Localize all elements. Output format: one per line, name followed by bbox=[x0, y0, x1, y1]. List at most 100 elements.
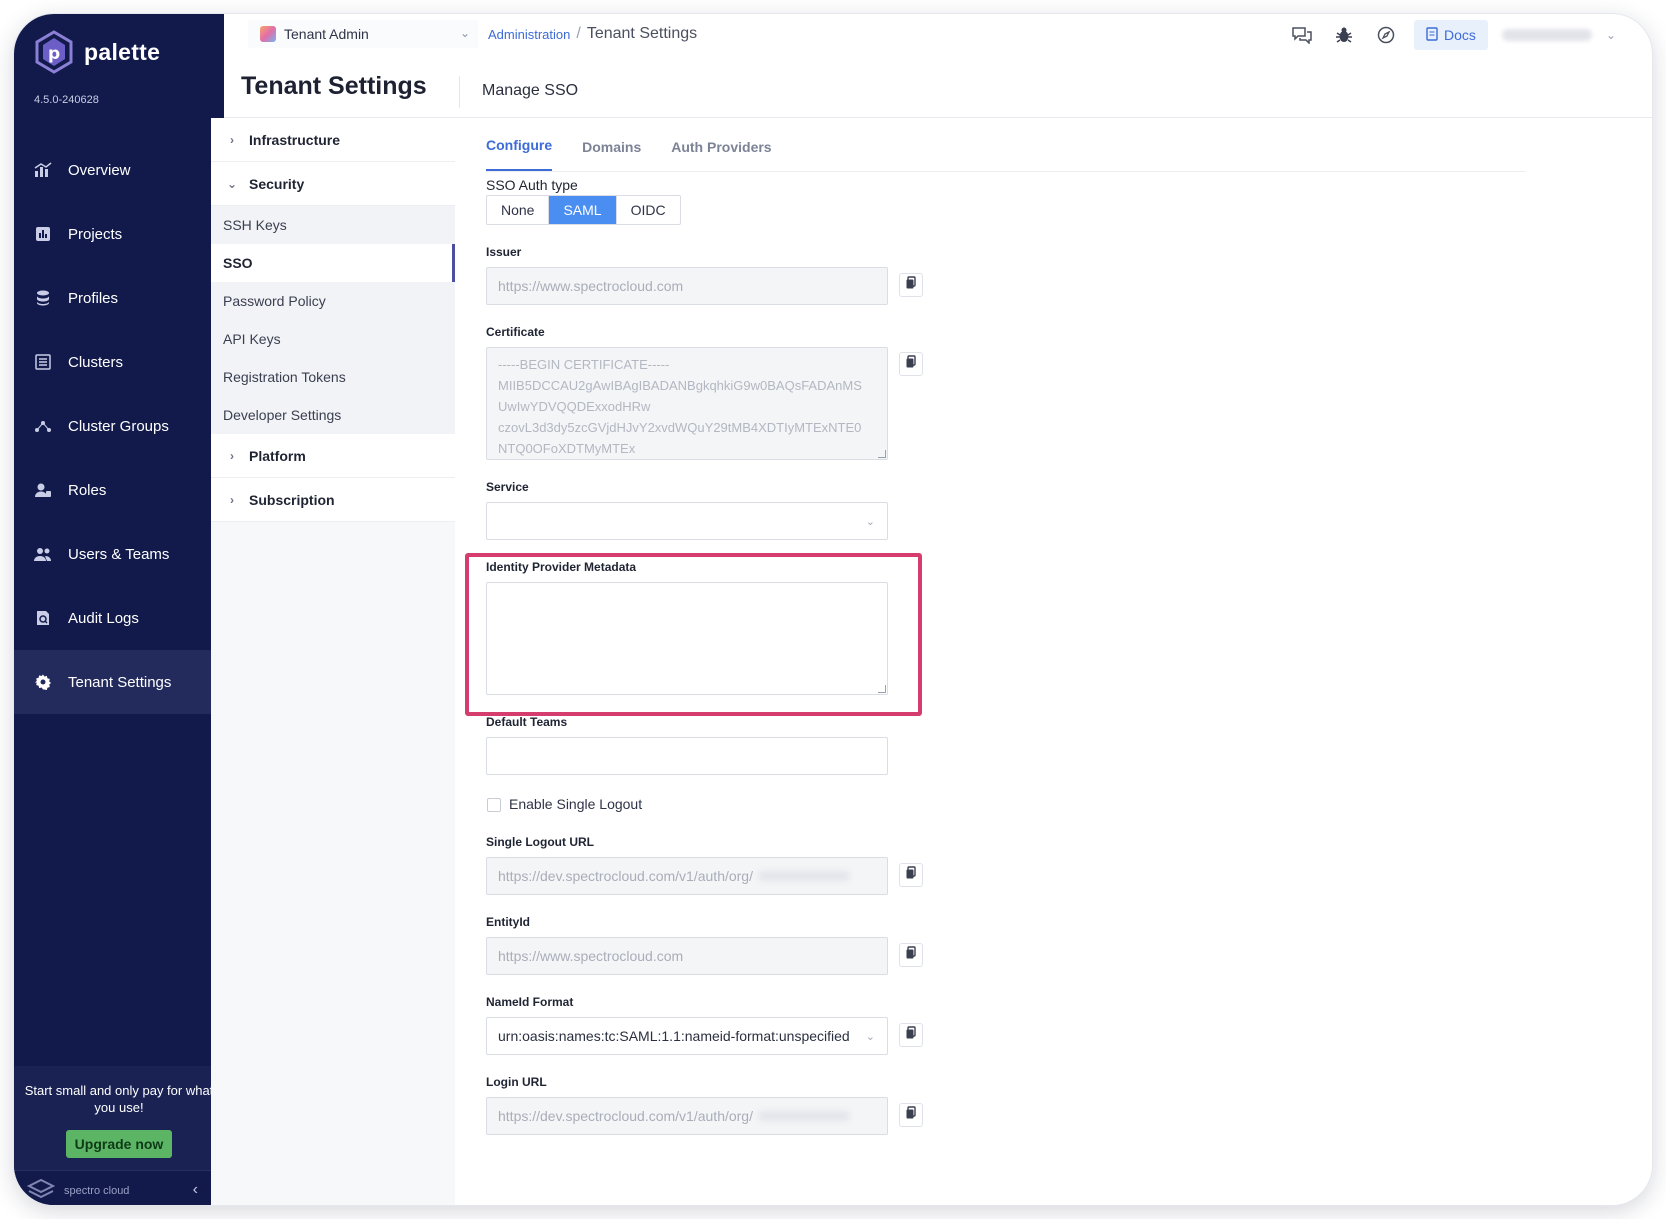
certificate-field[interactable]: -----BEGIN CERTIFICATE----- MIIB5DCCAU2g… bbox=[486, 347, 888, 460]
menu-group-label: Subscription bbox=[249, 491, 335, 508]
section-title: Manage SSO bbox=[482, 82, 579, 99]
auth-type-saml[interactable]: SAML bbox=[549, 196, 617, 224]
default-teams-label: Default Teams bbox=[486, 715, 568, 729]
tenant-selector[interactable]: Tenant Admin ⌄ bbox=[248, 20, 478, 48]
chevron-right-icon: › bbox=[230, 132, 234, 147]
chart-icon bbox=[34, 161, 52, 179]
logo[interactable]: p palette bbox=[34, 30, 160, 74]
copy-icon bbox=[905, 354, 917, 374]
menu-item-developer-settings[interactable]: Developer Settings bbox=[211, 396, 455, 434]
palette-logo-icon: p bbox=[34, 30, 74, 74]
breadcrumb-current: Tenant Settings bbox=[586, 25, 698, 42]
entity-id-field[interactable]: https://www.spectrocloud.com bbox=[486, 937, 888, 975]
tab-configure[interactable]: Configure bbox=[486, 137, 553, 171]
sidebar-item-audit-logs[interactable]: Audit Logs bbox=[14, 586, 224, 650]
slo-url-field[interactable]: https://dev.spectrocloud.com/v1/auth/org… bbox=[486, 857, 888, 895]
tenant-label: Tenant Admin bbox=[284, 26, 369, 42]
tab-auth-providers[interactable]: Auth Providers bbox=[671, 139, 771, 171]
copy-icon bbox=[905, 945, 917, 965]
sidebar: p palette 4.5.0-240628 Overview Projects bbox=[14, 14, 224, 1205]
security-submenu: SSH Keys SSO Password Policy API Keys Re… bbox=[211, 206, 455, 434]
roles-icon bbox=[34, 481, 52, 499]
copy-certificate-button[interactable] bbox=[899, 352, 923, 376]
copy-icon bbox=[905, 1025, 917, 1045]
menu-filler bbox=[211, 522, 455, 1205]
user-menu[interactable] bbox=[1501, 29, 1592, 41]
sidebar-item-tenant-settings[interactable]: Tenant Settings bbox=[14, 650, 224, 714]
copy-icon bbox=[905, 1105, 917, 1125]
copy-nameid-button[interactable] bbox=[899, 1023, 923, 1047]
sidebar-item-label: Profiles bbox=[68, 289, 119, 307]
sidebar-item-label: Users & Teams bbox=[68, 545, 170, 563]
sso-tabs: Configure Domains Auth Providers bbox=[486, 118, 1526, 172]
spectro-cloud-logo-icon bbox=[26, 1178, 56, 1203]
menu-item-registration-tokens[interactable]: Registration Tokens bbox=[211, 358, 455, 396]
chevron-down-icon: ⌄ bbox=[865, 516, 875, 528]
idp-metadata-field[interactable] bbox=[486, 582, 888, 695]
sso-configuration: Configure Domains Auth Providers bbox=[486, 118, 1652, 172]
menu-item-api-keys[interactable]: API Keys bbox=[211, 320, 455, 358]
auth-type-none[interactable]: None bbox=[487, 196, 550, 224]
document-icon bbox=[1426, 26, 1438, 44]
menu-group-security[interactable]: ⌄ Security bbox=[211, 162, 455, 206]
menu-item-ssh-keys[interactable]: SSH Keys bbox=[211, 206, 455, 244]
sidebar-item-label: Audit Logs bbox=[68, 609, 139, 627]
copy-slo-url-button[interactable] bbox=[899, 863, 923, 887]
menu-group-infrastructure[interactable]: › Infrastructure bbox=[211, 118, 455, 162]
service-select[interactable]: ⌄ bbox=[486, 502, 888, 540]
sidebar-item-overview[interactable]: Overview bbox=[14, 138, 224, 202]
service-label: Service bbox=[486, 480, 529, 494]
settings-menu: › Infrastructure ⌄ Security SSH Keys SSO… bbox=[211, 118, 455, 1205]
gear-icon bbox=[34, 673, 52, 691]
enable-single-logout-label[interactable]: Enable Single Logout bbox=[509, 796, 642, 812]
menu-group-label: Infrastructure bbox=[249, 131, 341, 148]
copy-issuer-button[interactable] bbox=[899, 273, 923, 297]
sidebar-item-projects[interactable]: Projects bbox=[14, 202, 224, 266]
certificate-line: MIIB5DCCAU2gAwIBAgIBADANBgkqhkiG9w0BAQsF… bbox=[498, 378, 862, 393]
certificate-label: Certificate bbox=[486, 325, 545, 339]
page-title: Tenant Settings bbox=[241, 72, 427, 100]
menu-group-subscription[interactable]: › Subscription bbox=[211, 478, 455, 522]
sidebar-item-roles[interactable]: Roles bbox=[14, 458, 224, 522]
auth-type-oidc[interactable]: OIDC bbox=[617, 196, 680, 224]
breadcrumb-administration[interactable]: Administration bbox=[488, 27, 570, 42]
chevron-down-icon: ⌄ bbox=[459, 26, 470, 40]
issuer-field[interactable]: https://www.spectrocloud.com bbox=[486, 267, 888, 305]
nameid-format-label: NameId Format bbox=[486, 995, 574, 1009]
copy-login-url-button[interactable] bbox=[899, 1103, 923, 1127]
breadcrumb-separator: / bbox=[576, 25, 581, 42]
default-teams-field[interactable] bbox=[486, 737, 888, 775]
menu-group-platform[interactable]: › Platform bbox=[211, 434, 455, 478]
sidebar-footer: spectro cloud ‹ bbox=[14, 1170, 224, 1205]
docs-label: Docs bbox=[1444, 27, 1476, 43]
resize-handle-icon[interactable] bbox=[878, 450, 886, 458]
compass-icon[interactable] bbox=[1372, 21, 1400, 49]
sidebar-item-users-teams[interactable]: Users & Teams bbox=[14, 522, 224, 586]
upgrade-button[interactable]: Upgrade now bbox=[65, 1130, 173, 1158]
chevron-down-icon[interactable]: ⌄ bbox=[1606, 28, 1616, 42]
sidebar-nav: Overview Projects Profiles Clusters Clus… bbox=[14, 138, 224, 714]
copy-entity-id-button[interactable] bbox=[899, 943, 923, 967]
certificate-line: UwIwYDVQQDExxodHRw bbox=[498, 399, 651, 414]
entity-id-value: https://www.spectrocloud.com bbox=[498, 948, 684, 964]
sidebar-item-profiles[interactable]: Profiles bbox=[14, 266, 224, 330]
enable-single-logout-checkbox[interactable] bbox=[487, 798, 501, 812]
bug-icon[interactable] bbox=[1330, 21, 1358, 49]
sidebar-item-cluster-groups[interactable]: Cluster Groups bbox=[14, 394, 224, 458]
copy-icon bbox=[905, 865, 917, 885]
login-url-field[interactable]: https://dev.spectrocloud.com/v1/auth/org… bbox=[486, 1097, 888, 1135]
resize-handle-icon[interactable] bbox=[878, 685, 886, 693]
login-url-value: https://dev.spectrocloud.com/v1/auth/org… bbox=[498, 1108, 753, 1124]
tab-domains[interactable]: Domains bbox=[582, 139, 641, 171]
collapse-sidebar-icon[interactable]: ‹ bbox=[193, 1181, 198, 1199]
sidebar-item-clusters[interactable]: Clusters bbox=[14, 330, 224, 394]
header-divider bbox=[459, 76, 460, 108]
menu-item-password-policy[interactable]: Password Policy bbox=[211, 282, 455, 320]
menu-item-sso[interactable]: SSO bbox=[211, 244, 455, 282]
issuer-label: Issuer bbox=[486, 245, 522, 259]
nameid-format-select[interactable]: urn:oasis:names:tc:SAML:1.1:nameid-forma… bbox=[486, 1017, 888, 1055]
docs-button[interactable]: Docs bbox=[1414, 20, 1488, 50]
entity-id-label: EntityId bbox=[486, 915, 530, 929]
chat-icon[interactable] bbox=[1288, 21, 1316, 49]
network-icon bbox=[34, 417, 52, 435]
